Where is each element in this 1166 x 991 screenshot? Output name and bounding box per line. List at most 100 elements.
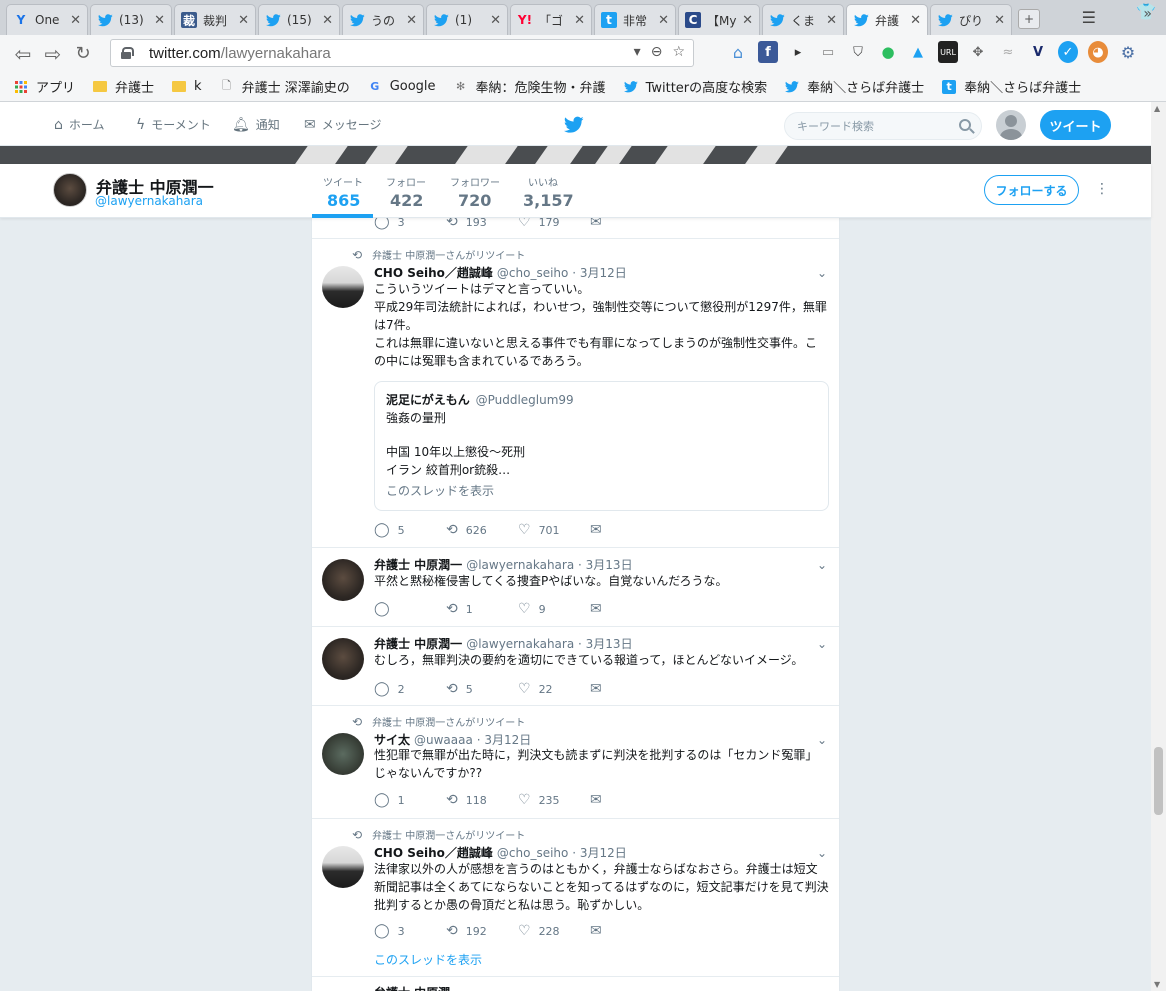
browser-tab[interactable]: Y! 「ゴ ✕ <box>510 4 592 35</box>
like-button[interactable]: ♡ 179 <box>518 218 590 230</box>
stat-following[interactable]: フォロー 422 <box>386 174 426 210</box>
retweet-button[interactable]: ⟲ 5 <box>446 681 518 697</box>
browser-tab[interactable]: (15) ✕ <box>258 4 340 35</box>
author-avatar[interactable] <box>322 266 364 308</box>
close-icon[interactable]: ✕ <box>238 13 249 28</box>
tweet-button[interactable]: ツイート <box>1040 110 1111 140</box>
tweet-item[interactable]: ⟲ 弁護士 中原潤一さんがリツイート CHO Seiho／趙誠峰 @cho_seih… <box>312 819 839 977</box>
author-name[interactable]: 弁護士 中原潤一 <box>374 637 462 651</box>
close-icon[interactable]: ✕ <box>406 13 417 28</box>
tweet-date[interactable]: · 3月12日 <box>477 733 532 747</box>
retweet-button[interactable]: ⟲ 192 <box>446 923 518 939</box>
reply-button[interactable]: ◯ 1 <box>374 792 446 808</box>
reply-button[interactable]: ◯ 2 <box>374 681 446 697</box>
author-avatar[interactable] <box>322 638 364 680</box>
chevron-down-icon[interactable]: ⌄ <box>817 637 827 651</box>
nav-home[interactable]: ⌂ ホーム <box>54 116 105 133</box>
dm-button[interactable]: ✉ <box>590 681 610 697</box>
back-button[interactable]: ⇦ <box>8 39 38 69</box>
more-options-icon[interactable]: ⋮ <box>1095 181 1109 197</box>
dm-button[interactable]: ✉ <box>590 522 610 538</box>
close-icon[interactable]: ✕ <box>574 13 585 28</box>
author-name[interactable]: サイ太 <box>374 733 410 747</box>
dropdown-icon[interactable]: ▾ <box>634 44 641 60</box>
arrow-icon[interactable]: ▸ <box>788 41 808 63</box>
close-icon[interactable]: ✕ <box>994 13 1005 28</box>
home-icon[interactable]: ⌂ <box>728 41 748 63</box>
scrollbar-thumb[interactable] <box>1154 747 1163 815</box>
move-icon[interactable]: ✥ <box>968 41 988 63</box>
scroll-up-icon[interactable]: ▲ <box>1154 104 1160 113</box>
chevron-down-icon[interactable]: ⌄ <box>817 733 827 747</box>
chevron-down-icon[interactable]: ⌄ <box>817 846 827 860</box>
author-handle[interactable]: @uwaaaa <box>414 733 473 747</box>
browser-tab[interactable]: Y One ✕ <box>6 4 88 35</box>
browser-tab[interactable]: くま ✕ <box>762 4 844 35</box>
search-icon[interactable] <box>959 119 971 131</box>
tweet-date[interactable]: · 3月12日 <box>572 266 627 280</box>
twitter-ext-icon[interactable]: ▲ <box>908 41 928 63</box>
address-bar[interactable]: twitter.com/lawyernakahara ▾ ⊖ ☆ <box>110 39 694 67</box>
close-icon[interactable]: ✕ <box>742 13 753 28</box>
zoom-icon[interactable]: ⊖ <box>651 44 663 60</box>
like-button[interactable]: ♡ 228 <box>518 923 590 939</box>
twitter-bird-icon[interactable] <box>564 116 584 134</box>
author-avatar[interactable] <box>322 846 364 888</box>
author-avatar[interactable] <box>322 733 364 775</box>
show-thread-link[interactable]: このスレッドを表示 <box>386 483 817 500</box>
author-handle[interactable]: @lawyernakahara <box>466 558 574 572</box>
close-icon[interactable]: ✕ <box>910 13 921 28</box>
stat-tweets[interactable]: ツイート 865 <box>323 174 363 210</box>
follow-button[interactable]: フォローする <box>984 175 1079 205</box>
like-button[interactable]: ♡ 22 <box>518 681 590 697</box>
tab-list-icon[interactable]: ☰ <box>1082 8 1096 27</box>
forward-button[interactable]: ⇨ <box>38 39 68 69</box>
bookmark-item[interactable]: ✻ 奉納：危険生物・弁護 <box>454 77 606 96</box>
bookmark-item[interactable]: Twitterの高度な検索 <box>623 77 767 96</box>
close-icon[interactable]: ✕ <box>70 13 81 28</box>
retweet-button[interactable]: ⟲ 1 <box>446 601 518 617</box>
like-button[interactable]: ♡ 235 <box>518 792 590 808</box>
close-icon[interactable]: ✕ <box>826 13 837 28</box>
close-icon[interactable]: ✕ <box>322 13 333 28</box>
author-name[interactable]: CHO Seiho／趙誠峰 <box>374 266 493 280</box>
nav-moments[interactable]: ϟ モーメント <box>136 116 211 133</box>
browser-tab[interactable]: 裁裁判 ✕ <box>174 4 256 35</box>
user-avatar[interactable] <box>996 110 1026 140</box>
author-handle[interactable]: @cho_seiho <box>497 266 568 280</box>
chevron-down-icon[interactable]: ⌄ <box>817 266 827 280</box>
new-tab-button[interactable]: + <box>1018 9 1040 29</box>
facebook-icon[interactable]: f <box>758 41 778 63</box>
browser-tab[interactable]: C 【My ✕ <box>678 4 760 35</box>
tweet-date[interactable]: · 3月13日 <box>578 637 633 651</box>
close-icon[interactable]: ✕ <box>490 13 501 28</box>
browser-tab[interactable]: 弁護 ✕ <box>846 4 928 35</box>
search-input[interactable]: キーワード検索 <box>784 112 982 140</box>
tab-icon[interactable]: ▭ <box>818 41 838 63</box>
browser-tab[interactable]: ぴり ✕ <box>930 4 1012 35</box>
settings-icon[interactable]: ⚙ <box>1118 41 1138 63</box>
reply-button[interactable]: ◯ 5 <box>374 522 446 538</box>
reply-button[interactable]: ◯ 3 <box>374 923 446 939</box>
bookmark-item[interactable]: アプリ <box>14 77 75 96</box>
nav-messages[interactable]: ✉ メッセージ <box>304 116 382 133</box>
browser-tab[interactable]: (13) ✕ <box>90 4 172 35</box>
tweet-item[interactable]: ⟲ 弁護士 中原潤一さんがリツイート CHO Seiho／趙誠峰 @cho_seih… <box>312 239 839 548</box>
bookmark-item[interactable]: 奉納＼さらば弁護士 <box>785 77 924 96</box>
dm-button[interactable]: ✉ <box>590 923 610 939</box>
evernote-icon[interactable]: ● <box>878 41 898 63</box>
author-handle[interactable]: @lawyernakahara <box>466 637 574 651</box>
reply-button[interactable]: ◯ 3 <box>374 218 446 230</box>
retweet-button[interactable]: ⟲ 193 <box>446 218 518 230</box>
show-thread-link[interactable]: このスレッドを表示 <box>374 951 482 968</box>
tweet-date[interactable]: · 3月13日 <box>578 558 633 572</box>
bookmark-icon[interactable]: ⛉ <box>848 41 868 63</box>
profile-handle[interactable]: @lawyernakahara <box>95 194 203 208</box>
profile-ext-icon[interactable]: ◕ <box>1088 41 1108 63</box>
check-icon[interactable]: ✓ <box>1058 41 1078 63</box>
page-scrollbar[interactable]: ▲ ▼ <box>1151 102 1166 991</box>
reply-button[interactable]: ◯ <box>374 601 446 617</box>
bookmark-item[interactable]: 🗋 弁護士 深澤諭史の <box>220 77 350 96</box>
v-icon[interactable]: V <box>1028 41 1048 63</box>
tweet-item[interactable]: 弁護士 中原潤一 @lawyernakahara · 3月13日 ⌄ 平然と黙秘権… <box>312 548 839 627</box>
